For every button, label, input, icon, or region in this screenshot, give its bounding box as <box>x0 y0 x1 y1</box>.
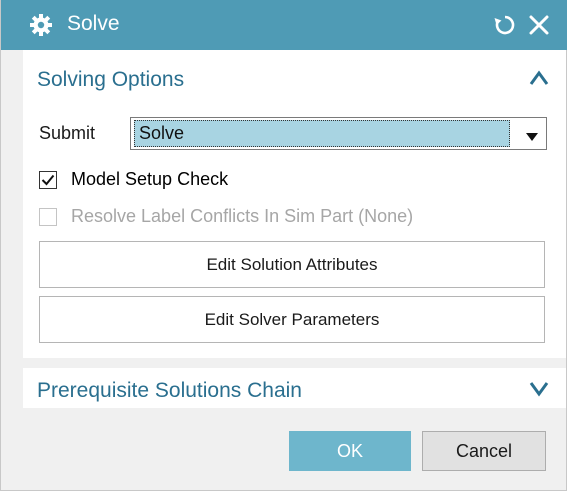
cancel-button[interactable]: Cancel <box>422 431 546 471</box>
chevron-down-icon[interactable] <box>528 380 550 398</box>
model-setup-check-label: Model Setup Check <box>71 169 229 189</box>
chevron-up-icon[interactable] <box>528 69 550 87</box>
resolve-label-conflicts-checkbox <box>39 208 57 226</box>
dropdown-arrow-icon[interactable] <box>526 129 538 141</box>
solving-options-title: Solving Options <box>37 68 185 91</box>
resolve-label-conflicts-label: Resolve Label Conflicts In Sim Part (Non… <box>71 206 414 226</box>
close-icon[interactable] <box>527 13 551 37</box>
submit-label: Submit <box>39 123 96 143</box>
prerequisite-solutions-title: Prerequisite Solutions Chain <box>37 379 302 402</box>
submit-dropdown[interactable]: Solve <box>130 117 547 150</box>
edit-solver-parameters-button[interactable]: Edit Solver Parameters <box>39 296 545 343</box>
model-setup-check-checkbox[interactable] <box>39 171 57 189</box>
gear-icon <box>29 13 53 37</box>
dialog-title: Solve <box>67 12 120 35</box>
prerequisite-solutions-header[interactable]: Prerequisite Solutions Chain <box>23 368 566 408</box>
submit-selected-value: Solve <box>134 120 510 147</box>
solving-options-panel: Solving Options Submit Solve Model Setup… <box>23 50 566 358</box>
prerequisite-solutions-panel: Prerequisite Solutions Chain <box>23 368 566 408</box>
ok-button[interactable]: OK <box>289 431 411 471</box>
title-bar[interactable]: Solve <box>1 0 567 50</box>
solving-options-header[interactable]: Solving Options <box>23 50 566 106</box>
reset-icon[interactable] <box>493 13 517 37</box>
edit-solution-attributes-button[interactable]: Edit Solution Attributes <box>39 241 545 288</box>
solve-dialog: Solve Solving Options Submit Solve Model… <box>0 0 567 491</box>
